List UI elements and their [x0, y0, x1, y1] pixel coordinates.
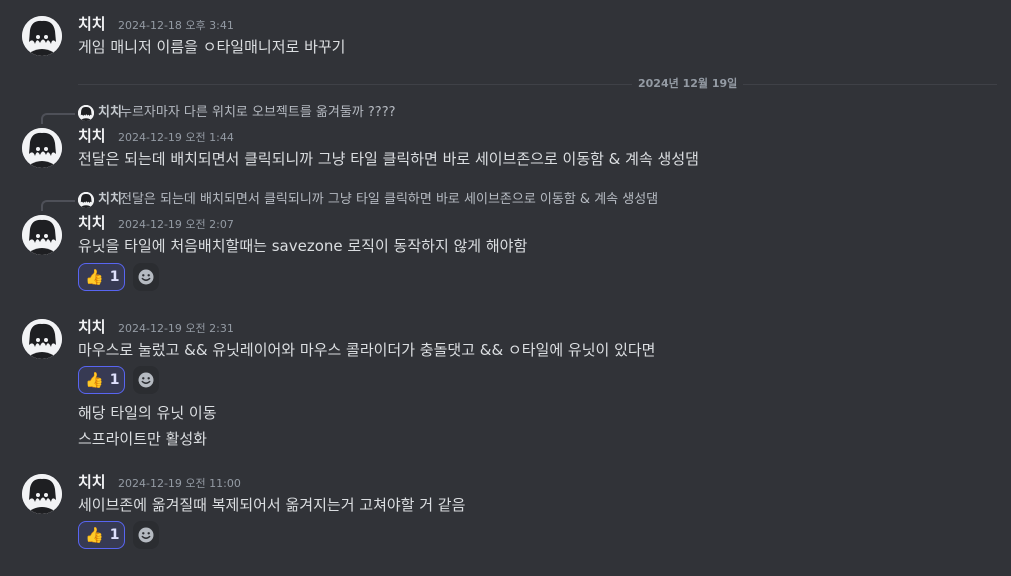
message-text: 게임 매니저 이름을 ㅇ타일매니저로 바꾸기 [78, 38, 346, 56]
add-reaction-button[interactable] [133, 263, 159, 291]
chat-message-list: 치치 2024-12-18 오후 3:41 게임 매니저 이름을 ㅇ타일매니저로… [0, 0, 1011, 576]
thumbs-up-icon: 👍 [85, 371, 104, 389]
reaction-thumbs-up[interactable]: 👍 1 [78, 263, 125, 291]
message-text: 세이브존에 옮겨질때 복제되어서 옮겨지는거 고쳐야할 거 같음 [78, 496, 466, 514]
reaction-thumbs-up[interactable]: 👍 1 [78, 521, 125, 549]
thumbs-up-icon: 👍 [85, 268, 104, 286]
add-reaction-button[interactable] [133, 521, 159, 549]
add-reaction-icon [138, 269, 154, 285]
reply-spine [41, 200, 75, 211]
avatar-icon[interactable] [22, 474, 62, 514]
message-author[interactable]: 치치 [78, 317, 106, 337]
avatar-icon[interactable] [22, 16, 62, 56]
reaction-thumbs-up[interactable]: 👍 1 [78, 366, 125, 394]
message-text: 해당 타일의 유닛 이동 [78, 404, 217, 422]
message-text: 스프라이트만 활성화 [78, 430, 207, 448]
avatar-icon[interactable] [22, 215, 62, 255]
message-author[interactable]: 치치 [78, 472, 106, 492]
message-author[interactable]: 치치 [78, 213, 106, 233]
message-text: 전달은 되는데 배치되면서 클릭되니까 그냥 타일 클릭하면 바로 세이브존으로… [78, 150, 699, 168]
reaction-count: 1 [109, 527, 120, 543]
reply-spine [41, 113, 75, 124]
reaction-count: 1 [109, 372, 120, 388]
thumbs-up-icon: 👍 [85, 526, 104, 544]
date-divider-line [78, 84, 997, 85]
add-reaction-button[interactable] [133, 366, 159, 394]
avatar-icon[interactable] [22, 128, 62, 168]
add-reaction-icon [138, 372, 154, 388]
avatar-icon[interactable] [22, 319, 62, 359]
message-timestamp: 2024-12-18 오후 3:41 [118, 19, 234, 32]
reply-preview-text[interactable]: 전달은 되는데 배치되면서 클릭되니까 그냥 타일 클릭하면 바로 세이브존으로… [120, 191, 658, 209]
message-timestamp: 2024-12-19 오전 2:31 [118, 322, 234, 335]
message-text: 유닛을 타일에 처음배치할때는 savezone 로직이 동작하지 않게 해야함 [78, 237, 528, 255]
message-author[interactable]: 치치 [78, 126, 106, 146]
reply-author[interactable]: 치치 [98, 104, 122, 122]
reply-preview-text[interactable]: 누르자마자 다른 위치로 오브젝트를 옮겨둘까 ???? [120, 104, 396, 122]
reply-author[interactable]: 치치 [98, 191, 122, 209]
add-reaction-icon [138, 527, 154, 543]
message-timestamp: 2024-12-19 오전 2:07 [118, 218, 234, 231]
message-timestamp: 2024-12-19 오전 1:44 [118, 131, 234, 144]
reaction-count: 1 [109, 269, 120, 285]
avatar-icon[interactable] [78, 192, 94, 208]
message-timestamp: 2024-12-19 오전 11:00 [118, 477, 241, 490]
avatar-icon[interactable] [78, 105, 94, 121]
message-author[interactable]: 치치 [78, 14, 106, 34]
date-divider-label: 2024년 12월 19일 [632, 76, 744, 92]
message-text: 마우스로 눌렀고 && 유닛레이어와 마우스 콜라이더가 충돌댓고 && ㅇ타일… [78, 341, 656, 359]
